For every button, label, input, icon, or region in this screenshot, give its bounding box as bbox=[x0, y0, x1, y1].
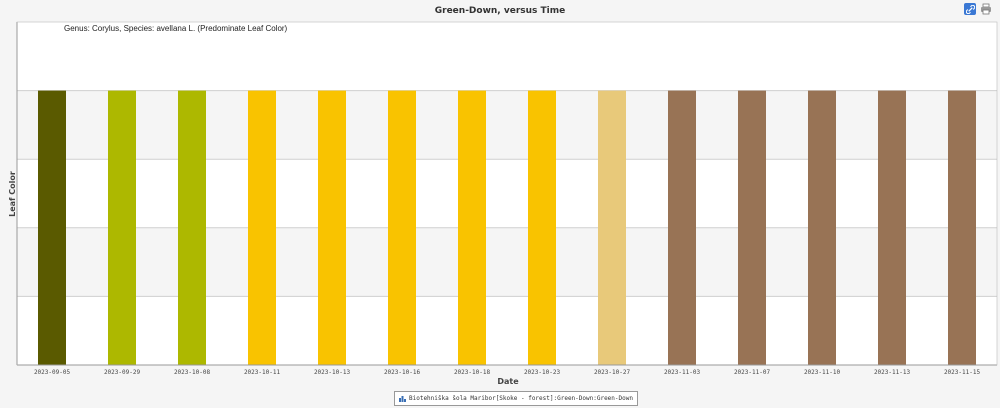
x-tick-label: 2023-10-18 bbox=[454, 369, 491, 376]
bar bbox=[738, 90, 766, 365]
chart-subtitle: Genus: Corylus, Species: avellana L. (Pr… bbox=[64, 24, 288, 33]
x-tick-label: 2023-10-13 bbox=[314, 369, 351, 376]
bar bbox=[808, 90, 836, 365]
x-tick-label: 2023-11-15 bbox=[944, 369, 981, 376]
plot-band bbox=[17, 90, 997, 160]
x-tick-label: 2023-10-23 bbox=[524, 369, 561, 376]
bar bbox=[38, 90, 66, 365]
x-tick-label: 2023-10-16 bbox=[384, 369, 421, 376]
plot-bands bbox=[17, 22, 997, 365]
x-axis-label: Date bbox=[497, 377, 519, 386]
bar bbox=[878, 90, 906, 365]
plot-band bbox=[17, 227, 997, 297]
plot-band bbox=[17, 296, 997, 365]
bar bbox=[178, 90, 206, 365]
bar bbox=[388, 90, 416, 365]
x-tick-label: 2023-11-13 bbox=[874, 369, 911, 376]
x-tick-label: 2023-10-27 bbox=[594, 369, 631, 376]
x-tick-label: 2023-09-05 bbox=[34, 369, 71, 376]
x-tick-label: 2023-11-07 bbox=[734, 369, 771, 376]
bar bbox=[318, 90, 346, 365]
bar bbox=[948, 90, 976, 365]
legend[interactable]: Biotehniška šola Maribor[Skoke - forest]… bbox=[394, 391, 638, 406]
plot-band bbox=[17, 159, 997, 228]
legend-label: Biotehniška šola Maribor[Skoke - forest]… bbox=[409, 395, 633, 402]
x-tick-label: 2023-10-08 bbox=[174, 369, 211, 376]
bar bbox=[668, 90, 696, 365]
y-axis-label: Leaf Color bbox=[8, 171, 17, 217]
x-tick-label: 2023-10-11 bbox=[244, 369, 281, 376]
bar bbox=[248, 90, 276, 365]
x-tick-label: 2023-11-10 bbox=[804, 369, 841, 376]
x-tick-labels: 2023-09-05 2023-09-29 2023-10-08 2023-10-11… bbox=[34, 369, 981, 376]
x-tick-label: 2023-09-29 bbox=[104, 369, 141, 376]
bar bbox=[458, 90, 486, 365]
bar bbox=[108, 90, 136, 365]
chart-canvas: 2023-09-05 2023-09-29 2023-10-08 2023-10-11… bbox=[8, 21, 998, 386]
bar bbox=[598, 90, 626, 365]
bar bbox=[528, 90, 556, 365]
x-tick-label: 2023-11-03 bbox=[664, 369, 701, 376]
bar-chart-icon bbox=[399, 396, 406, 402]
